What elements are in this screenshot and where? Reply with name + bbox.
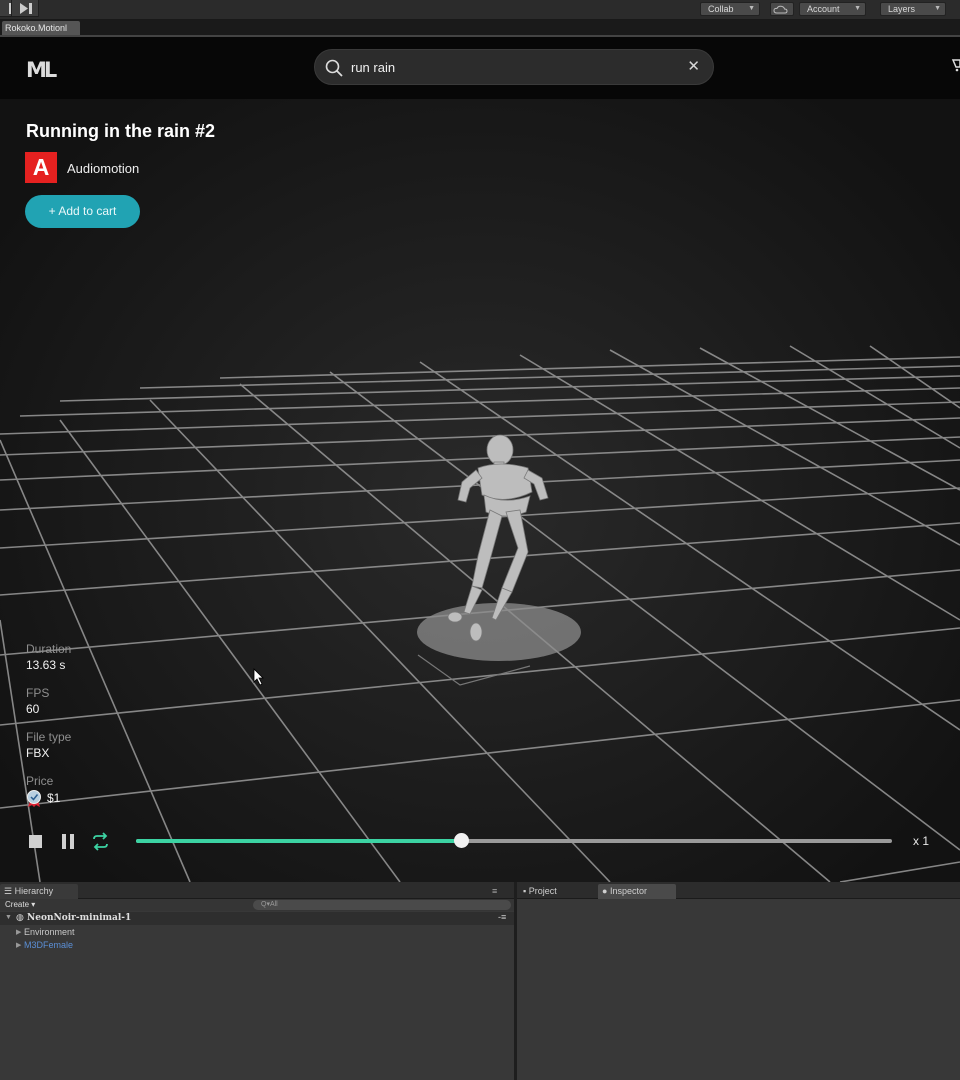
meta-price: Price $1: [26, 774, 60, 808]
tab-project-label: Project: [528, 886, 557, 896]
create-dropdown[interactable]: Create ▾: [5, 900, 35, 910]
tab-project[interactable]: ▪ Project: [519, 884, 591, 899]
meta-label: Price: [26, 774, 54, 788]
author-logo[interactable]: A: [25, 152, 57, 183]
search-value: run rain: [351, 60, 396, 75]
chevron-down-icon: ▼: [854, 5, 861, 12]
expand-triangle-icon[interactable]: ▶: [16, 928, 21, 936]
meta-fps: FPS 60: [26, 686, 49, 716]
hierarchy-search-input[interactable]: Q▾All: [253, 900, 511, 910]
motion-viewport[interactable]: [0, 37, 960, 882]
create-label: Create: [5, 900, 30, 909]
panel-menu-icon[interactable]: ≡: [488, 884, 512, 899]
add-to-cart-button[interactable]: + Add to cart: [25, 195, 140, 228]
expand-triangle-icon[interactable]: ▶: [16, 941, 21, 949]
cart-icon[interactable]: [950, 58, 960, 72]
cloud-icon: [773, 5, 788, 14]
price-badge-icon: [27, 790, 41, 807]
meta-label: File type: [26, 730, 72, 744]
pause-playback-button[interactable]: [61, 834, 75, 849]
hierarchy-panel: [0, 911, 514, 1080]
search-icon: [325, 59, 343, 77]
stop-button[interactable]: [29, 835, 42, 848]
search-input[interactable]: run rain ✕: [314, 49, 714, 85]
inspector-panel: [517, 899, 960, 1080]
info-icon: ●: [602, 886, 610, 896]
mouse-cursor-icon: [253, 668, 264, 686]
scene-menu-icon[interactable]: -≡: [498, 912, 506, 922]
floor-grid: [0, 37, 960, 882]
chevron-down-icon: ▼: [748, 5, 755, 12]
account-dropdown[interactable]: Account ▼: [799, 2, 866, 16]
step-button[interactable]: [11, 0, 39, 17]
tab-inspector-label: Inspector: [609, 886, 647, 896]
author-name[interactable]: Audiomotion: [67, 161, 139, 176]
cloud-button[interactable]: [770, 2, 794, 16]
layers-label: Layers: [888, 4, 916, 14]
meta-label: FPS: [26, 686, 50, 700]
hierarchy-item-m3dfemale[interactable]: M3DFemale: [24, 940, 73, 950]
unity-toolbar: Collab ▼ Account ▼ Layers ▼: [0, 0, 960, 20]
timeline-track[interactable]: [136, 839, 892, 843]
price-value: $1: [47, 791, 61, 806]
scene-name: NeonNoir-minimal-1: [27, 913, 132, 923]
list-icon: ☰: [4, 886, 15, 896]
tab-inspector[interactable]: ● Inspector: [598, 884, 676, 899]
motion-title: Running in the rain #2: [26, 121, 216, 141]
timeline-progress: [136, 839, 462, 843]
unity-scene-icon: ◍: [16, 912, 24, 922]
chevron-down-icon: ▼: [934, 5, 941, 12]
collab-label: Collab: [708, 4, 734, 14]
tab-hierarchy-label: Hierarchy: [14, 886, 54, 896]
step-icon: [20, 3, 32, 14]
expand-triangle-icon[interactable]: ▼: [5, 914, 12, 921]
game-view-tab[interactable]: Rokoko.Motionl: [2, 21, 80, 35]
stop-icon: [29, 835, 42, 848]
layers-dropdown[interactable]: Layers ▼: [880, 2, 946, 16]
hierarchy-item-environment[interactable]: Environment: [24, 927, 75, 937]
account-label: Account: [807, 4, 840, 14]
loop-button[interactable]: [91, 832, 110, 851]
close-icon[interactable]: ✕: [687, 59, 700, 75]
playback-speed[interactable]: x 1: [913, 834, 929, 848]
tab-hierarchy[interactable]: ☰ Hierarchy: [0, 884, 78, 899]
price-row: $1: [26, 790, 60, 808]
timeline-thumb[interactable]: [453, 833, 469, 848]
collab-dropdown[interactable]: Collab ▼: [700, 2, 760, 16]
meta-duration: Duration 13.63 s: [26, 642, 71, 672]
meta-file-type: File type FBX: [26, 730, 71, 760]
meta-value: FBX: [26, 746, 50, 760]
brand-logo[interactable]: ML: [26, 58, 57, 82]
meta-value: 60: [26, 702, 40, 716]
meta-value: 13.63 s: [26, 658, 66, 672]
meta-label: Duration: [26, 642, 72, 656]
